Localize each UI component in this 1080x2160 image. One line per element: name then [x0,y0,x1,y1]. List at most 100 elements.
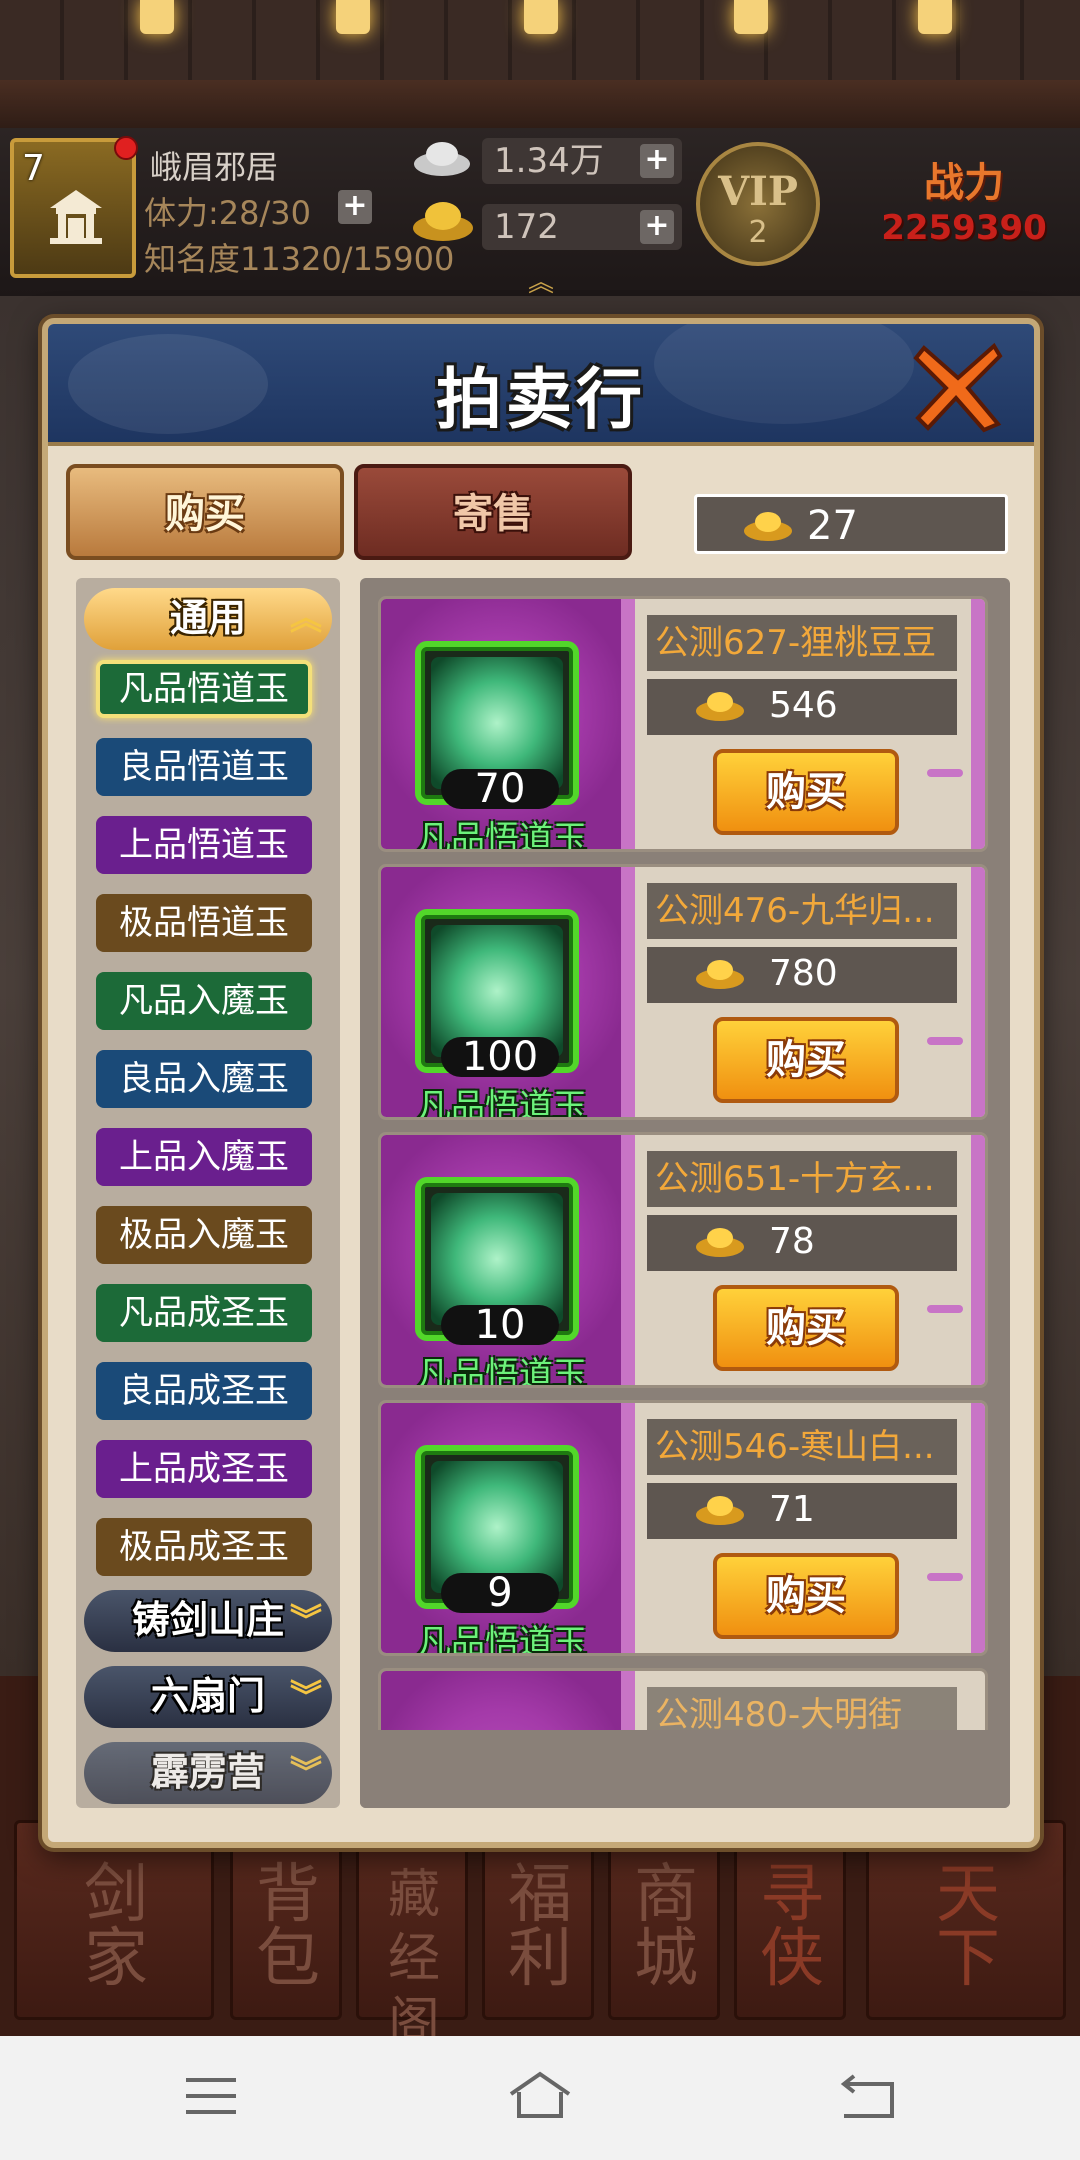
vip-badge[interactable]: VIP 2 [696,142,820,266]
listing-row: 100 凡品悟道玉 公测476-九华归... 780 购买 [378,864,988,1120]
seller-name: 公测651-十方玄... [647,1151,957,1207]
close-icon[interactable] [910,338,1006,434]
hud-beam [0,80,1080,128]
seller-name: 公测546-寒山白... [647,1419,957,1475]
chevron-down-icon: ︾ [289,1677,322,1715]
gold-ingot-icon [744,512,792,541]
category-item[interactable]: 凡品入魔玉 [96,972,312,1030]
category-item[interactable]: 上品悟道玉 [96,816,312,874]
menu-icon[interactable] [176,2066,246,2126]
price-row: 546 [647,679,957,735]
power-label: 战力 [924,159,1004,206]
item-quantity: 9 [441,1573,559,1613]
seller-name: 公测627-狸桃豆豆 [647,615,957,671]
listing-row: 70 凡品悟道玉 公测627-狸桃豆豆 546 购买 [378,596,988,852]
category-group-pilying[interactable]: 霹雳营 ︾ [84,1742,332,1804]
hud-roof-strip [0,0,1080,80]
category-group-general[interactable]: 通用 ︽ [84,588,332,650]
divider [971,867,985,1117]
price-value: 71 [769,1489,815,1530]
add-stamina-button[interactable]: + [338,190,372,224]
system-nav-bar [0,2036,1080,2160]
category-item[interactable]: 极品入魔玉 [96,1206,312,1264]
category-item[interactable]: 上品成圣玉 [96,1440,312,1498]
gold-ingot-icon [696,1496,744,1525]
notification-dot [114,136,138,160]
category-list: 通用 ︽ 凡品悟道玉 良品悟道玉 上品悟道玉 极品悟道玉 凡品入魔玉 良品入魔玉… [76,578,340,1808]
price-value: 78 [769,1221,815,1262]
gold-balance-value: 27 [807,503,858,549]
list-fade [360,1730,1010,1808]
category-group-label: 铸剑山庄 [131,1597,284,1642]
price-row: 780 [647,947,957,1003]
chevron-up-icon: ︽ [289,599,322,637]
home-icon[interactable] [505,2066,575,2126]
category-item[interactable]: 极品悟道玉 [96,894,312,952]
category-item[interactable]: 良品成圣玉 [96,1362,312,1420]
divider [621,599,635,849]
tab-buy[interactable]: 购买 [66,464,344,560]
listing-row: 10 凡品悟道玉 公测651-十方玄... 78 购买 [378,1132,988,1388]
dialog-title: 拍卖行 [436,360,646,438]
nav-tile-library[interactable]: 藏经阁 [356,1820,468,2053]
chevron-down-icon: ︾ [289,1753,322,1791]
tab-sell[interactable]: 寄售 [354,464,632,560]
divider [621,1135,635,1385]
silver-ingot-icon [414,142,470,176]
item-name: 凡品悟道玉 [417,1623,587,1656]
category-group-liushanmen[interactable]: 六扇门 ︾ [84,1666,332,1728]
nav-tile-backpack[interactable]: 背包 [230,1820,342,2020]
lantern-decoration [734,0,768,34]
add-silver-button[interactable]: + [640,144,674,178]
decoration [927,1305,963,1313]
power-value: 2259390 [881,208,1047,248]
vip-level: 2 [748,215,768,250]
gold-balance: 27 [694,494,1008,554]
category-item[interactable]: 凡品悟道玉 [96,660,312,718]
chevron-up-icon[interactable]: ︽ [528,262,554,299]
decoration [927,1037,963,1045]
divider [971,599,985,849]
listing-list: 70 凡品悟道玉 公测627-狸桃豆豆 546 购买 100 凡品悟道玉 公测4… [360,578,1010,1808]
seller-name: 公测476-九华归... [647,883,957,939]
price-row: 78 [647,1215,957,1271]
buy-button[interactable]: 购买 [713,749,899,835]
add-gold-button[interactable]: + [640,210,674,244]
buy-button[interactable]: 购买 [713,1285,899,1371]
nav-tile-world[interactable]: 天下 [866,1820,1066,2020]
buy-button[interactable]: 购买 [713,1017,899,1103]
category-item[interactable]: 上品入魔玉 [96,1128,312,1186]
nav-label: 背包 [256,1858,320,1996]
category-group-label: 霹雳营 [150,1749,265,1794]
item-quantity: 10 [441,1305,559,1345]
player-avatar[interactable]: 7 [10,136,138,278]
fame-text: 知名度11320/15900 [144,240,455,278]
category-item[interactable]: 良品悟道玉 [96,738,312,796]
nav-label: 商城 [634,1858,698,1996]
lantern-decoration [524,0,558,34]
category-item[interactable]: 极品成圣玉 [96,1518,312,1576]
lantern-decoration [336,0,370,34]
category-item[interactable]: 良品入魔玉 [96,1050,312,1108]
nav-tile-jianjia[interactable]: 剑家 [14,1820,214,2020]
nav-tile-shop[interactable]: 商城 [608,1820,720,2020]
buy-button[interactable]: 购买 [713,1553,899,1639]
gold-ingot-icon [696,960,744,989]
category-group-label: 通用 [169,595,246,640]
stamina-text: 体力:28/30 [144,194,312,232]
category-group-zhujian[interactable]: 铸剑山庄 ︾ [84,1590,332,1652]
category-item[interactable]: 凡品成圣玉 [96,1284,312,1342]
auction-house-dialog: 拍卖行 购买 寄售 27 通用 ︽ 凡品悟道玉 良品悟道玉 上品悟道玉 极品悟道… [42,318,1040,1848]
lantern-decoration [918,0,952,34]
nav-label: 藏经阁 [387,1865,440,2053]
back-icon[interactable] [834,2066,904,2126]
nav-tile-welfare[interactable]: 福利 [482,1820,594,2020]
vip-label: VIP [718,168,798,215]
sect-house-icon [50,190,102,244]
gold-ingot-icon [413,202,473,241]
nav-label: 寻侠 [760,1858,824,1996]
player-name: 峨眉邪居 [150,148,279,186]
nav-label: 福利 [508,1858,572,1996]
category-group-label: 六扇门 [150,1673,265,1718]
nav-tile-seek-hero[interactable]: 寻侠 [734,1820,846,2020]
